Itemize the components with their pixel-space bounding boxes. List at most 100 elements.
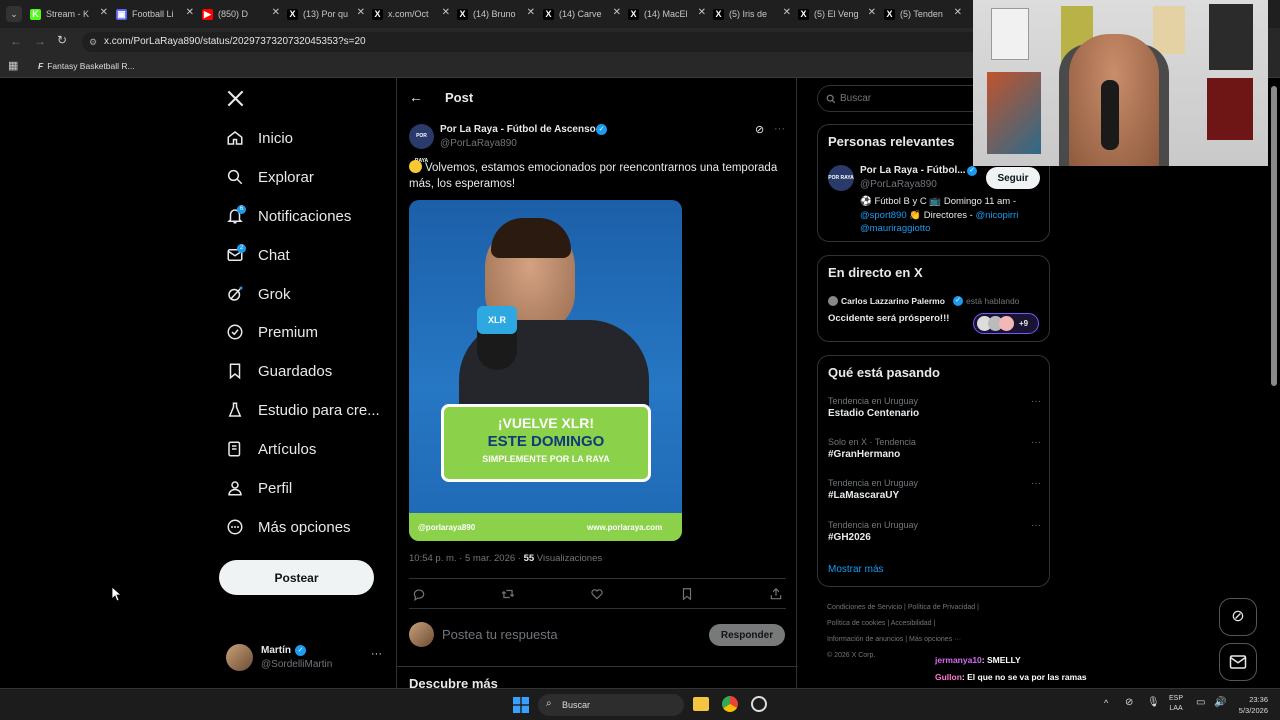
nav-creator-studio[interactable]: Estudio para cre... — [226, 396, 380, 424]
chrome-icon[interactable] — [722, 696, 738, 712]
browser-tab[interactable]: X (5) Iris de ✕ — [713, 4, 791, 24]
bio-mention-sport[interactable]: @sport890 — [860, 210, 907, 221]
nav-bookmarks[interactable]: Guardados — [226, 357, 332, 385]
account-more-icon[interactable]: ··· — [371, 648, 382, 660]
browser-tab[interactable]: X (5) Tenden ✕ — [884, 4, 962, 24]
trend-item[interactable]: Solo en X · Tendencia #GranHermano ··· — [828, 437, 1043, 467]
reply-input[interactable]: Postea tu respuesta — [442, 627, 558, 642]
trend-item[interactable]: Tendencia en Uruguay #LaMascaraUY ··· — [828, 478, 1043, 508]
footer-more[interactable]: Más opciones ··· — [909, 636, 961, 643]
like-icon[interactable] — [590, 587, 604, 601]
x-logo-icon[interactable] — [226, 89, 245, 108]
footer-terms[interactable]: Condiciones de Servicio — [827, 604, 902, 611]
chat-username[interactable]: jermanya10 — [935, 655, 982, 665]
live-listeners[interactable]: +9 — [973, 313, 1039, 334]
tab-close-icon[interactable]: ✕ — [186, 7, 194, 18]
trend-more-icon[interactable]: ··· — [1031, 437, 1041, 448]
reload-icon[interactable]: ↻ — [57, 33, 67, 47]
post-more-icon[interactable]: ··· — [774, 123, 785, 135]
site-info-icon[interactable]: ⚙ — [89, 32, 97, 52]
browser-tab[interactable]: ▶ (850) D ✕ — [202, 4, 280, 24]
tray-chevron-icon[interactable]: ^ — [1104, 698, 1108, 708]
reply-icon[interactable] — [412, 587, 426, 601]
nav-chat[interactable]: Chat — [226, 241, 290, 269]
live-host-name[interactable]: Carlos Lazzarino Palermo — [841, 296, 945, 306]
file-explorer-icon[interactable] — [693, 697, 709, 711]
tab-close-icon[interactable]: ✕ — [613, 7, 621, 18]
trend-more-icon[interactable]: ··· — [1031, 520, 1041, 531]
footer-privacy[interactable]: Política de Privacidad — [908, 604, 975, 611]
account-switcher[interactable]: Martín ✓ @SordelliMartin ··· — [226, 642, 386, 676]
browser-tab[interactable]: X (14) Bruno ✕ — [457, 4, 535, 24]
repost-icon[interactable] — [501, 587, 515, 601]
bookmark-post-icon[interactable] — [680, 587, 694, 601]
footer-cookies[interactable]: Política de cookies — [827, 620, 885, 627]
browser-tab[interactable]: X (5) El Veng ✕ — [798, 4, 876, 24]
trend-item[interactable]: Tendencia en Uruguay #GH2026 ··· — [828, 520, 1043, 550]
footer-accessibility[interactable]: Accesibilidad — [891, 620, 932, 627]
author-name[interactable]: Por La Raya - Fútbol de Ascenso — [440, 124, 596, 135]
relevant-name[interactable]: Por La Raya - Fútbol... — [860, 165, 966, 176]
app-icon[interactable] — [751, 696, 767, 712]
taskbar-search[interactable]: ⌕ Buscar — [538, 694, 684, 716]
bookmark-fantasy[interactable]: F Fantasy Basketball R... — [38, 61, 135, 71]
follow-button[interactable]: Seguir — [986, 167, 1040, 189]
nav-explore[interactable]: Explorar — [226, 163, 314, 191]
tab-list-button[interactable]: ⌄ — [6, 6, 22, 22]
monitor-icon[interactable]: ▭ — [1196, 697, 1205, 708]
browser-tab[interactable]: K Stream - K ✕ — [30, 4, 108, 24]
author-avatar[interactable]: POR RAYA — [409, 124, 434, 164]
browser-tab[interactable]: X (14) Carve ✕ — [543, 4, 621, 24]
apps-grid-icon[interactable]: ▦ — [8, 59, 18, 72]
post-timestamp[interactable]: 10:54 p. m. · 5 mar. 2026 · — [409, 553, 524, 564]
trend-more-icon[interactable]: ··· — [1031, 478, 1041, 489]
tab-close-icon[interactable]: ✕ — [100, 7, 108, 18]
bio-mention-nico[interactable]: @nicopirri — [975, 210, 1018, 221]
tab-close-icon[interactable]: ✕ — [272, 7, 280, 18]
clock[interactable]: 23:36 5/3/2026 — [1228, 694, 1268, 716]
back-arrow-icon[interactable]: ← — [409, 89, 423, 105]
live-topic[interactable]: Occidente será próspero!!! — [828, 313, 949, 324]
bio-mention-mauri[interactable]: @mauriraggiotto — [860, 223, 930, 234]
nav-articles[interactable]: Artículos — [226, 435, 316, 463]
chat-username[interactable]: Gullon — [935, 672, 962, 682]
nav-more[interactable]: Más opciones — [226, 513, 351, 541]
post-image[interactable]: XLR ¡VUELVE XLR! ESTE DOMINGO SIMPLEMENT… — [409, 200, 682, 541]
url-field[interactable]: ⚙ x.com/PorLaRaya890/status/202973732073… — [82, 32, 982, 52]
mic-tray-icon[interactable]: 🎙 — [1147, 697, 1160, 708]
scrollbar[interactable] — [1271, 86, 1277, 386]
reply-button[interactable]: Responder — [709, 624, 785, 646]
browser-tab[interactable]: ▣ Football Li ✕ — [116, 4, 194, 24]
share-icon[interactable] — [769, 587, 783, 601]
post-button[interactable]: Postear — [219, 560, 374, 595]
browser-tab[interactable]: X (14) MacEl ✕ — [628, 4, 706, 24]
tab-close-icon[interactable]: ✕ — [698, 7, 706, 18]
nav-premium[interactable]: Premium — [226, 318, 318, 346]
forward-icon[interactable]: → — [34, 34, 46, 48]
tab-close-icon[interactable]: ✕ — [783, 7, 791, 18]
trend-item[interactable]: Tendencia en Uruguay Estadio Centenario … — [828, 396, 1043, 426]
nav-profile[interactable]: Perfil — [226, 474, 292, 502]
messages-floating-button[interactable] — [1219, 643, 1257, 681]
show-more-link[interactable]: Mostrar más — [828, 564, 884, 575]
language-indicator[interactable]: ESP LAA — [1169, 694, 1183, 714]
nav-grok[interactable]: Grok — [226, 280, 291, 308]
tab-close-icon[interactable]: ✕ — [442, 7, 450, 18]
tab-close-icon[interactable]: ✕ — [954, 7, 962, 18]
footer-ads[interactable]: Información de anuncios — [827, 636, 903, 643]
browser-tab[interactable]: X (13) Por qu ✕ — [287, 4, 365, 24]
back-icon[interactable]: ← — [10, 34, 22, 48]
browser-tab[interactable]: Xx.com/Oct ✕ — [372, 4, 450, 24]
windows-start-icon[interactable] — [513, 697, 529, 713]
tab-close-icon[interactable]: ✕ — [868, 7, 876, 18]
grok-post-icon[interactable]: ⊘ — [755, 123, 764, 136]
relevant-avatar[interactable]: POR RAYA — [828, 165, 854, 191]
network-icon[interactable]: ⊘ — [1125, 697, 1133, 708]
tab-close-icon[interactable]: ✕ — [357, 7, 365, 18]
volume-icon[interactable]: 🔊 — [1214, 697, 1226, 708]
trend-more-icon[interactable]: ··· — [1031, 396, 1041, 407]
nav-home[interactable]: Inicio — [226, 124, 293, 152]
author-handle[interactable]: @PorLaRaya890 — [440, 138, 517, 149]
tab-close-icon[interactable]: ✕ — [527, 7, 535, 18]
grok-floating-button[interactable]: ⊘ — [1219, 598, 1257, 636]
